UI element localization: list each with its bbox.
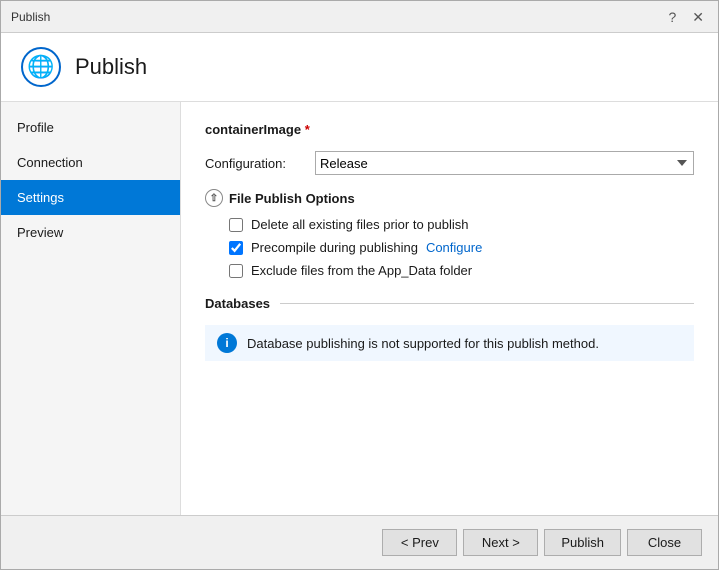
publish-button[interactable]: Publish [544, 529, 621, 556]
close-button[interactable]: Close [627, 529, 702, 556]
close-window-button[interactable]: ✕ [688, 10, 708, 24]
title-bar-left: Publish [11, 10, 50, 24]
config-label: Configuration: [205, 156, 305, 171]
delete-existing-checkbox[interactable] [229, 218, 243, 232]
config-row: Configuration: Release Debug [205, 151, 694, 175]
delete-existing-row: Delete all existing files prior to publi… [205, 217, 694, 232]
help-button[interactable]: ? [664, 10, 680, 24]
section-title: containerImage * [205, 122, 694, 137]
precompile-checkbox[interactable] [229, 241, 243, 255]
title-bar-actions: ? ✕ [664, 10, 708, 24]
configuration-select[interactable]: Release Debug [315, 151, 694, 175]
publish-dialog: Publish ? ✕ 🌐 Publish Profile Connection… [0, 0, 719, 570]
databases-header: Databases [205, 296, 694, 311]
title-bar-label: Publish [11, 10, 50, 24]
globe-icon: 🌐 [21, 47, 61, 87]
precompile-row: Precompile during publishing Configure [205, 240, 694, 255]
configure-link[interactable]: Configure [426, 240, 482, 255]
file-publish-options-label: File Publish Options [229, 191, 355, 206]
file-publish-options-section: ⇧ File Publish Options Delete all existi… [205, 189, 694, 278]
next-button[interactable]: Next > [463, 529, 538, 556]
sidebar-item-settings[interactable]: Settings [1, 180, 180, 215]
prev-button[interactable]: < Prev [382, 529, 457, 556]
header-area: 🌐 Publish [1, 33, 718, 102]
info-icon: i [217, 333, 237, 353]
exclude-app-data-checkbox[interactable] [229, 264, 243, 278]
body-area: Profile Connection Settings Preview cont… [1, 102, 718, 515]
sidebar-item-connection[interactable]: Connection [1, 145, 180, 180]
exclude-app-data-label: Exclude files from the App_Data folder [251, 263, 472, 278]
databases-section: Databases i Database publishing is not s… [205, 296, 694, 361]
main-content: containerImage * Configuration: Release … [181, 102, 718, 515]
file-publish-options-header[interactable]: ⇧ File Publish Options [205, 189, 694, 207]
info-box: i Database publishing is not supported f… [205, 325, 694, 361]
sidebar: Profile Connection Settings Preview [1, 102, 181, 515]
footer: < Prev Next > Publish Close [1, 515, 718, 569]
sidebar-item-profile[interactable]: Profile [1, 110, 180, 145]
delete-existing-label: Delete all existing files prior to publi… [251, 217, 469, 232]
header-title: Publish [75, 54, 147, 80]
info-text: Database publishing is not supported for… [247, 336, 599, 351]
sidebar-item-preview[interactable]: Preview [1, 215, 180, 250]
precompile-label: Precompile during publishing [251, 240, 418, 255]
chevron-up-icon: ⇧ [205, 189, 223, 207]
title-bar: Publish ? ✕ [1, 1, 718, 33]
exclude-app-data-row: Exclude files from the App_Data folder [205, 263, 694, 278]
